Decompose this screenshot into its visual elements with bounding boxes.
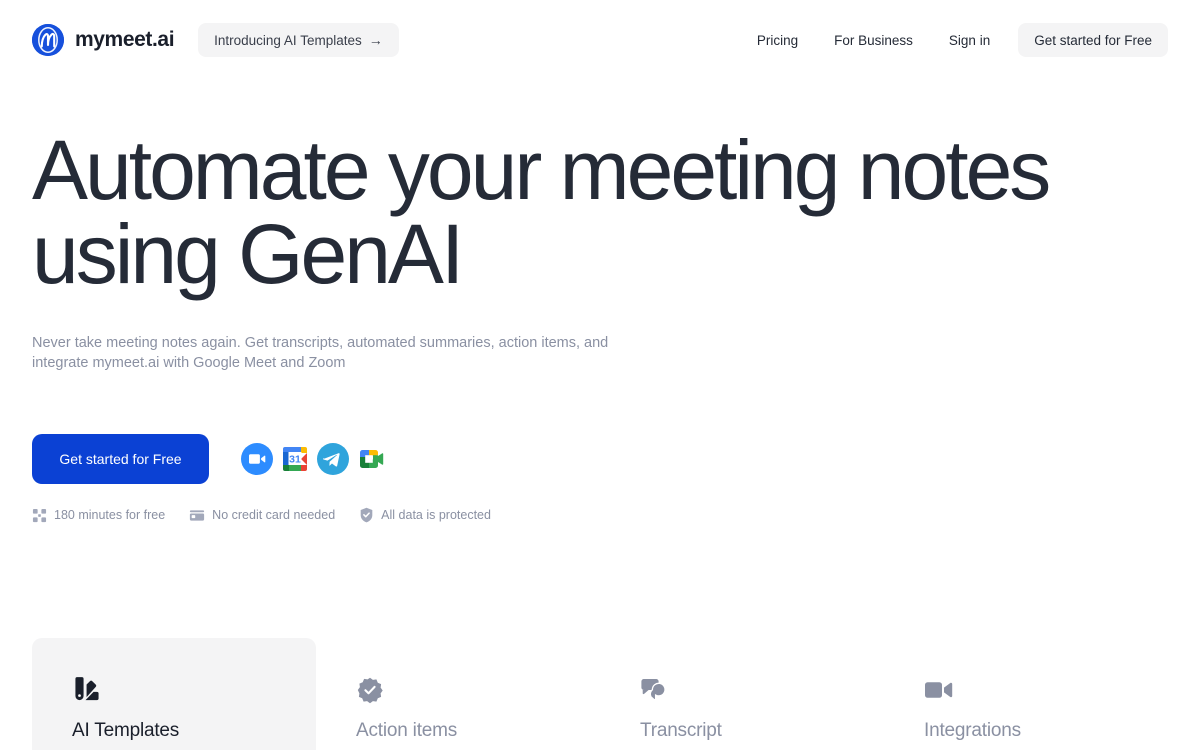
brand-logo-link[interactable]: mymeet.ai: [32, 24, 175, 56]
svg-text:31: 31: [289, 453, 301, 465]
announcement-pill-button[interactable]: Introducing AI Templates →: [198, 23, 399, 57]
google-calendar-icon[interactable]: 31: [279, 443, 311, 475]
check-badge-icon: [356, 675, 600, 705]
tab-transcript[interactable]: Transcript: [600, 638, 884, 750]
brand-name: mymeet.ai: [75, 28, 175, 51]
credit-card-icon: [189, 508, 205, 523]
hero-cta-row: Get started for Free 31: [32, 434, 387, 484]
navbar: mymeet.ai Introducing AI Templates → Pri…: [0, 0, 1200, 80]
tab-ai-templates-label: AI Templates: [72, 719, 180, 741]
nav-link-pricing[interactable]: Pricing: [739, 24, 816, 57]
zoom-icon[interactable]: [241, 443, 273, 475]
shield-check-icon: [359, 507, 374, 523]
hero-section: Automate your meeting notes using GenAI …: [32, 128, 1132, 373]
tab-ai-templates[interactable]: AI Templates: [32, 638, 316, 750]
badge-data-protected-label: All data is protected: [381, 508, 491, 522]
page-title: Automate your meeting notes using GenAI: [32, 123, 1051, 301]
navbar-get-started-button[interactable]: Get started for Free: [1018, 23, 1168, 57]
tab-integrations-label: Integrations: [924, 719, 1021, 741]
timer-icon: [32, 508, 47, 523]
google-meet-icon[interactable]: [355, 443, 387, 475]
hero-subtitle: Never take meeting notes again. Get tran…: [32, 335, 609, 371]
badge-no-credit-card-label: No credit card needed: [212, 508, 336, 522]
landing-page: mymeet.ai Introducing AI Templates → Pri…: [0, 0, 1200, 750]
tab-transcript-label: Transcript: [640, 719, 722, 741]
chat-bubbles-icon: [640, 675, 884, 705]
badge-free-minutes-label: 180 minutes for free: [54, 508, 166, 522]
mymeet-circle-m-logo-icon: [32, 24, 64, 56]
trust-badges-row: 180 minutes for free No credit card need…: [32, 507, 491, 523]
palette-icon: [72, 675, 316, 705]
nav-link-sign-in[interactable]: Sign in: [931, 24, 1008, 57]
badge-free-minutes: 180 minutes for free: [32, 508, 165, 523]
announcement-label: Introducing AI Templates: [214, 32, 362, 48]
video-camera-icon: [924, 675, 1168, 705]
badge-no-credit-card: No credit card needed: [189, 508, 335, 523]
hero-get-started-button[interactable]: Get started for Free: [32, 434, 209, 484]
tab-action-items[interactable]: Action items: [316, 638, 600, 750]
navbar-right-group: Pricing For Business Sign in Get started…: [739, 23, 1168, 57]
nav-link-for-business[interactable]: For Business: [816, 24, 931, 57]
badge-data-protected: All data is protected: [359, 507, 491, 523]
feature-tabs: AI Templates Action items Transcript Int…: [32, 638, 1168, 750]
telegram-icon[interactable]: [317, 443, 349, 475]
tab-action-items-label: Action items: [356, 719, 458, 741]
arrow-right-icon: →: [368, 32, 383, 48]
tab-integrations[interactable]: Integrations: [884, 638, 1168, 750]
integration-icons-group: 31: [241, 443, 387, 475]
